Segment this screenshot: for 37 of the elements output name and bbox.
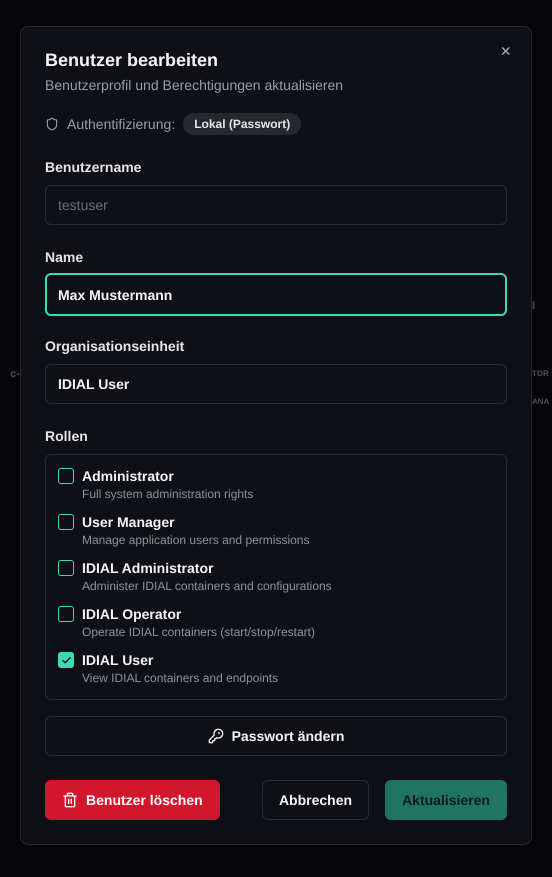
delete-user-button[interactable]: Benutzer löschen — [45, 780, 220, 820]
role-checkbox[interactable] — [58, 606, 74, 622]
role-name: Administrator — [82, 467, 175, 486]
auth-badge: Lokal (Passwort) — [183, 113, 302, 135]
role-checkbox[interactable] — [58, 468, 74, 484]
close-button[interactable]: × — [496, 41, 515, 61]
dialog-subtitle: Benutzerprofil und Berechtigungen aktualisieren — [45, 77, 344, 93]
trash-icon — [62, 792, 78, 808]
role-name: IDIAL User — [82, 651, 154, 670]
role-description: Operate IDIAL containers (start/stop/restart) — [82, 624, 315, 642]
role-name: User Manager — [82, 513, 176, 532]
text-field[interactable]: IDIAL User — [45, 364, 507, 404]
dialog-title: Benutzer bearbeiten — [45, 49, 218, 72]
shield-icon — [45, 117, 59, 131]
checkmark-icon — [60, 654, 72, 666]
role-name: IDIAL Administrator — [82, 559, 214, 578]
key-icon — [208, 728, 224, 744]
field-label: Name — [45, 248, 84, 265]
background-text: TOR — [532, 368, 549, 380]
role-description: View IDIAL containers and endpoints — [82, 670, 278, 688]
role-description: Manage application users and permissions — [82, 532, 310, 550]
field-label: Organisationseinheit — [45, 338, 186, 354]
text-field[interactable]: Max Mustermann — [45, 272, 507, 316]
role-description: Full system administration rights — [82, 486, 254, 504]
role-name: IDIAL Operator — [82, 605, 182, 624]
role-checkbox[interactable] — [58, 652, 74, 668]
roles-label: Rollen — [45, 428, 89, 444]
background-text: I — [532, 299, 536, 314]
role-checkbox[interactable] — [58, 514, 74, 530]
cancel-button[interactable]: Abbrechen — [262, 780, 370, 820]
change-password-button[interactable]: Passwort ändern — [45, 716, 507, 756]
background-text: c- — [10, 367, 20, 382]
background-text: ANA — [532, 396, 550, 408]
role-description: Administer IDIAL containers and configurations — [82, 578, 332, 596]
role-checkbox[interactable] — [58, 560, 74, 576]
field-label: Benutzername — [45, 159, 142, 175]
auth-label: Authentifizierung: — [67, 116, 176, 132]
